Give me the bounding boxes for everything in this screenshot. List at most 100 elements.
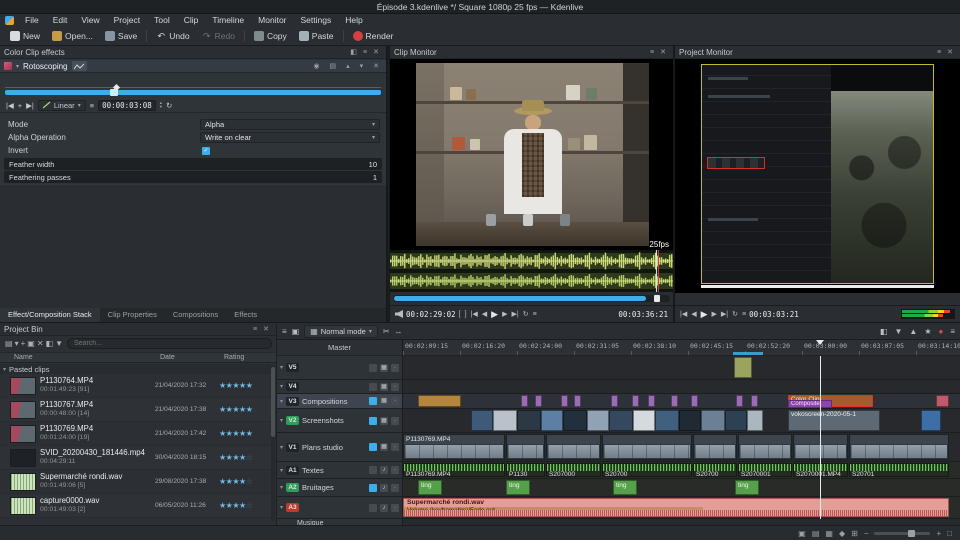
track-effects-icon[interactable] <box>369 416 377 425</box>
snap-icon[interactable]: ⊞ <box>851 529 858 538</box>
track-composite-icon[interactable]: ▦ <box>380 443 388 451</box>
loop-zone-icon[interactable]: ↻ <box>523 310 529 318</box>
timecode-spinner[interactable]: ▴ ▾ <box>160 100 162 109</box>
timeline-clip[interactable] <box>691 395 698 407</box>
keyframe-menu-icon[interactable]: ≡ <box>90 101 94 110</box>
track-effects-icon[interactable] <box>369 483 377 492</box>
clip-rating[interactable]: ★★★★☆ <box>219 453 271 462</box>
bin-scrollbar[interactable] <box>271 365 275 521</box>
track-lane-a1[interactable]: P1130769.MP4 P1130 S207000 S20700 S20700 S207… <box>403 462 960 479</box>
timeline-clip[interactable]: S20700 <box>602 463 692 477</box>
timeline-clip[interactable] <box>921 410 941 431</box>
timeline-clip[interactable] <box>747 410 763 431</box>
timeline-clip[interactable] <box>546 434 601 460</box>
timeline-clip[interactable] <box>751 395 758 407</box>
timeline-ruler[interactable]: 00:02:09:15 00:02:16:20 00:02:24:00 00:02:3… <box>403 340 960 356</box>
video-thumbnails-icon[interactable]: ▤ <box>812 529 820 538</box>
clip-monitor-video[interactable]: 25fps <box>390 59 673 250</box>
favorite-effects-icon[interactable]: ★ <box>924 327 931 336</box>
timeline-clip[interactable] <box>611 395 618 407</box>
chevron-down-icon[interactable]: ▾ <box>280 417 283 424</box>
timeline-clip[interactable]: Supermarché rondi.wavVolume (keyframable… <box>403 498 949 517</box>
menu-help[interactable]: Help <box>338 14 369 27</box>
window-titlebar[interactable]: Épisode 3.kdenlive */ Square 1080p 25 fp… <box>0 0 960 14</box>
zone-end-icon[interactable]: ] <box>465 311 467 318</box>
play-icon[interactable]: ▶ <box>701 309 708 320</box>
clip-rating[interactable]: ★★★★★ <box>219 429 271 438</box>
timeline-clip[interactable]: P1130769.MP4 <box>403 434 505 460</box>
chevron-down-icon[interactable]: ▾ <box>280 467 283 474</box>
track-audio-icon[interactable]: ♪ <box>380 466 388 474</box>
menu-view[interactable]: View <box>74 14 106 27</box>
chevron-down-icon[interactable]: ▾ <box>280 444 283 451</box>
track-effects-icon[interactable] <box>369 382 377 391</box>
menu-settings[interactable]: Settings <box>294 14 339 27</box>
effect-row-rotoscoping[interactable]: ▾ Rotoscoping ◉ ▤ ▴ ▾ ✕ <box>0 60 386 73</box>
timeline-clip[interactable] <box>602 434 692 460</box>
timeline-clip[interactable]: S20701 <box>849 463 949 477</box>
track-composite-icon[interactable]: ▦ <box>380 382 388 391</box>
timeline-clip[interactable]: vokoscreen-2020-05-1 <box>788 410 880 431</box>
timeline-clip[interactable]: S2070001 <box>738 463 792 477</box>
close-icon[interactable]: ✕ <box>944 48 956 56</box>
step-forward-icon[interactable]: ▶ <box>712 310 717 318</box>
track-composite-icon[interactable]: ▦ <box>380 363 388 372</box>
bin-clip-row[interactable]: capture0000.wav 00:01:49:03 [2] 06/05/2020… <box>0 494 271 518</box>
column-header-date[interactable]: Date <box>160 353 224 362</box>
chevron-down-icon[interactable]: ▾ <box>280 383 283 390</box>
delete-clip-icon[interactable]: ✕ <box>36 339 45 348</box>
track-lock-icon[interactable]: · <box>391 466 399 474</box>
filter-icon[interactable]: ▼ <box>54 339 64 348</box>
track-header-a3[interactable]: ▾ A3 ♪ · <box>277 497 403 519</box>
track-lock-icon[interactable]: · <box>391 397 399 405</box>
go-start-icon[interactable]: |◀ <box>471 310 478 318</box>
delete-effect-icon[interactable]: ✕ <box>370 62 382 70</box>
panel-menu-icon[interactable]: ≡ <box>647 49 657 56</box>
keyframes-curve-icon[interactable] <box>71 61 87 71</box>
track-composite-icon[interactable]: ▦ <box>380 397 388 405</box>
tab-effect-composition-stack[interactable]: Effect/Composition Stack <box>0 308 100 322</box>
param-mode-dropdown[interactable]: Alpha ▾ <box>200 119 380 130</box>
track-lock-icon[interactable]: · <box>391 382 399 391</box>
redo-button[interactable]: ↷ Redo <box>196 28 241 45</box>
view-mode-icon[interactable]: ▤ <box>4 339 14 348</box>
timeline-zone[interactable] <box>733 352 763 355</box>
menu-file[interactable]: File <box>18 14 46 27</box>
bin-folder-row[interactable]: ▾ Pasted clips <box>0 364 271 374</box>
track-lane-v5[interactable] <box>403 356 960 380</box>
timeline-clip[interactable] <box>506 434 545 460</box>
zoom-out-icon[interactable]: − <box>864 529 869 538</box>
timeline-clip[interactable] <box>734 357 752 378</box>
use-timeline-zone-icon[interactable]: ▣ <box>798 529 806 538</box>
timeline-clip[interactable] <box>535 395 542 407</box>
copy-button[interactable]: Copy <box>248 28 293 45</box>
monitor-zone-bar[interactable] <box>701 285 934 288</box>
composition-clip[interactable]: Composite <box>788 400 832 408</box>
next-keyframe-icon[interactable]: ▶| <box>26 101 34 110</box>
param-feathering-passes-slider[interactable]: Feathering passes 1 <box>4 171 382 183</box>
step-back-icon[interactable]: ◀ <box>691 310 696 318</box>
timeline-clip[interactable] <box>587 410 609 431</box>
tags-icon[interactable]: ◧ <box>45 339 55 348</box>
timeline-clip[interactable] <box>609 410 633 431</box>
mix-clips-icon[interactable]: ◧ <box>880 327 888 336</box>
track-lane-v3[interactable]: Color ClipComposite <box>403 394 960 409</box>
audio-volume-icon[interactable] <box>395 310 403 318</box>
track-header-v3[interactable]: ▾ V3 Compositions ▦ · <box>277 394 403 409</box>
zoom-in-icon[interactable]: + <box>936 529 941 538</box>
chevron-down-icon[interactable]: ▾ <box>280 398 283 405</box>
panel-menu-icon[interactable]: ≡ <box>360 49 370 56</box>
bin-clip-row[interactable]: Supermarché rondi.wav 00:01:49:06 [5] 29/0… <box>0 470 271 494</box>
extract-zone-icon[interactable]: ▲ <box>909 327 917 336</box>
track-lane-v4[interactable] <box>403 380 960 394</box>
timeline-clip[interactable]: ting <box>613 480 637 495</box>
timeline-clip[interactable] <box>493 410 517 431</box>
track-lane-a2[interactable]: ting ting ting ting <box>403 479 960 497</box>
param-feather-width-slider[interactable]: Feather width 10 <box>4 158 382 170</box>
zoom-slider[interactable] <box>874 529 931 537</box>
column-header-rating[interactable]: Rating <box>224 353 276 362</box>
track-header-v5[interactable]: ▾ V5 ▦ · <box>277 356 403 380</box>
timeline-menu-icon[interactable]: ≡ <box>282 327 287 336</box>
audio-waveform[interactable] <box>390 250 673 292</box>
record-audio-icon[interactable]: ● <box>938 327 943 336</box>
